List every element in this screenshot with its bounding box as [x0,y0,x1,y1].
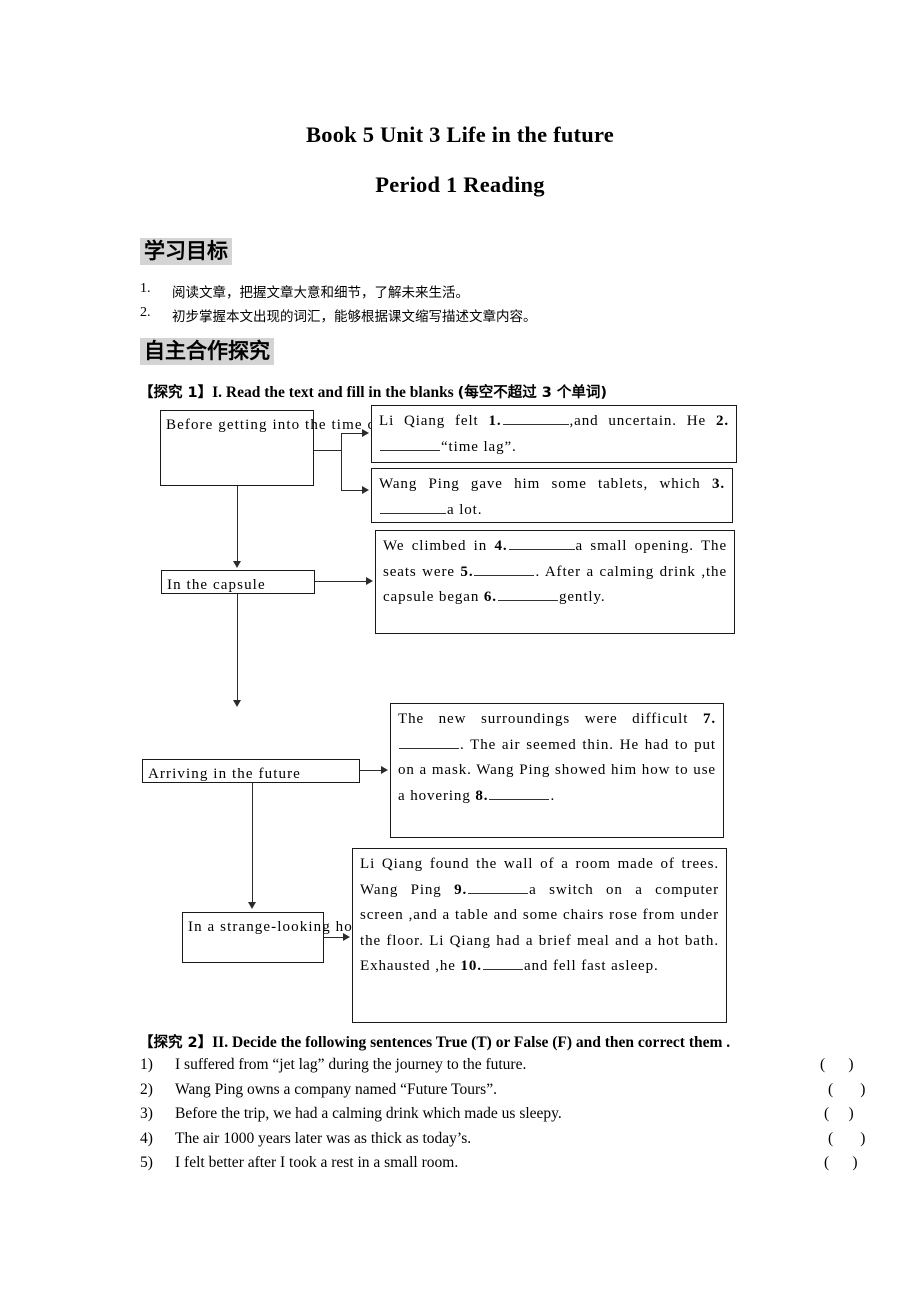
task2-label: II. Decide the following sentences True … [212,1034,731,1051]
blank-number: 9. [454,881,468,898]
flow-stage-before-capsule: Before getting into the time capsule [160,410,419,486]
flow-text: Wang Ping gave him some tablets, which [379,476,712,492]
true-false-row: 5) I felt better after I took a rest in a… [140,1154,858,1178]
blank-number: 6. [483,589,497,605]
arrow-head-icon [381,766,388,774]
question-text: Before the trip, we had a calming drink … [175,1105,562,1122]
question-number: 2) [140,1080,153,1098]
question-text: Wang Ping owns a company named “Future T… [175,1080,497,1098]
page-subtitle: Period 1 Reading [375,172,545,197]
true-false-row: 3) Before the trip, we had a calming drin… [140,1105,854,1129]
question-text: The air 1000 years later was as thick as… [175,1129,472,1147]
connector-line [315,581,367,583]
flow-content-5: Li Qiang found the wall of a room made o… [352,848,727,1023]
flow-text: and fell fast asleep. [523,958,659,974]
answer-parenthesis[interactable]: ( ) [824,1154,858,1172]
answer-blank[interactable] [489,785,550,800]
document-page: Book 5 Unit 3 Life in the future Period … [0,0,920,1302]
connector-line [341,490,363,492]
answer-blank[interactable] [502,410,569,425]
answer-parenthesis[interactable]: ( ) [820,1056,854,1074]
objective-number: 2. [140,305,151,320]
question-number: 5) [140,1154,153,1171]
connector-line [341,433,363,435]
arrow-head-icon [366,577,373,585]
objective-number: 1. [140,281,151,296]
answer-blank[interactable] [474,561,535,576]
task1-label: I. Read the text and fill in the blanks [212,384,458,401]
answer-blank[interactable] [508,535,575,550]
true-false-row: 4) The air 1000 years later was as thick … [140,1129,865,1154]
flow-text: “time lag”. [441,438,517,455]
flow-text: ,and uncertain. He [569,413,716,429]
answer-blank[interactable] [497,586,558,601]
flow-stage-strange-house: In a strange-looking house [182,912,375,963]
flow-content-2: Wang Ping gave him some tablets, which 3… [371,468,733,523]
blank-number: 3. [711,476,725,492]
flow-content-3: We climbed in 4. a small opening. The sea… [375,530,735,634]
blank-number: 8. [475,787,489,804]
question-text: I suffered from “jet lag” during the jou… [175,1056,527,1073]
arrow-head-icon [233,700,241,707]
task1-tag: 【探究 1】 [139,385,213,401]
connector-line [252,783,254,905]
objective-item-2: 初步掌握本文出现的词汇，能够根据课文缩写描述文章内容。 [172,309,537,325]
blank-number: 4. [494,538,508,554]
connector-line [360,770,382,772]
task1-note: (每空不超过 3 个单词) [457,385,608,401]
connector-line [341,433,343,491]
flow-text: The new surroundings were difficult [398,711,703,727]
question-number: 3) [140,1105,153,1122]
connector-line [237,594,239,704]
answer-blank[interactable] [399,734,459,749]
flow-text: gently. [558,589,606,605]
connector-line [324,937,344,939]
page-title: Book 5 Unit 3 Life in the future [306,122,614,147]
arrow-head-icon [362,429,369,437]
answer-blank[interactable] [380,499,446,514]
task1-prompt: 【探究 1】I. Read the text and fill in the b… [139,381,607,402]
question-number: 4) [140,1129,153,1147]
flow-text: . [550,787,556,804]
answer-blank[interactable] [482,955,523,970]
connector-line [314,450,342,452]
task2-tag: 【探究 2】 [139,1035,213,1051]
answer-parenthesis[interactable]: ( ) [828,1081,865,1099]
true-false-row: 1) I suffered from “jet lag” during the j… [140,1056,854,1080]
arrow-head-icon [362,486,369,494]
flow-content-4: The new surroundings were difficult 7.. … [390,703,724,838]
connector-line [237,486,239,564]
arrow-head-icon [233,561,241,568]
section-heading-objectives: 学习目标 [140,238,232,266]
arrow-head-icon [343,933,350,941]
flow-content-1: Li Qiang felt 1. ,and uncertain. He 2. “ti… [371,405,737,463]
answer-blank[interactable] [468,879,529,894]
task2-prompt: 【探究 2】II. Decide the following sentences… [139,1031,730,1052]
blank-number: 2. [715,413,729,429]
arrow-head-icon [248,902,256,909]
blank-number: 5. [460,563,474,580]
flow-text: Li Qiang felt [379,413,489,429]
flow-text: a lot. [447,501,483,518]
answer-parenthesis[interactable]: ( ) [824,1105,854,1123]
blank-number: 10. [460,958,482,974]
question-text: I felt better after I took a rest in a s… [175,1154,459,1171]
true-false-row: 2) Wang Ping owns a company named “Future… [140,1080,865,1105]
objective-item-1: 阅读文章，把握文章大意和细节，了解未来生活。 [172,285,469,301]
question-number: 1) [140,1056,153,1073]
blank-number: 7. [702,711,716,727]
flow-stage-arriving-future: Arriving in the future [142,759,360,783]
section-heading-explore: 自主合作探究 [140,338,274,366]
blank-number: 1. [488,413,502,429]
answer-parenthesis[interactable]: ( ) [828,1130,865,1148]
flow-text: We climbed in [383,538,495,554]
flow-stage-in-capsule: In the capsule [161,570,315,594]
answer-blank[interactable] [380,436,440,451]
